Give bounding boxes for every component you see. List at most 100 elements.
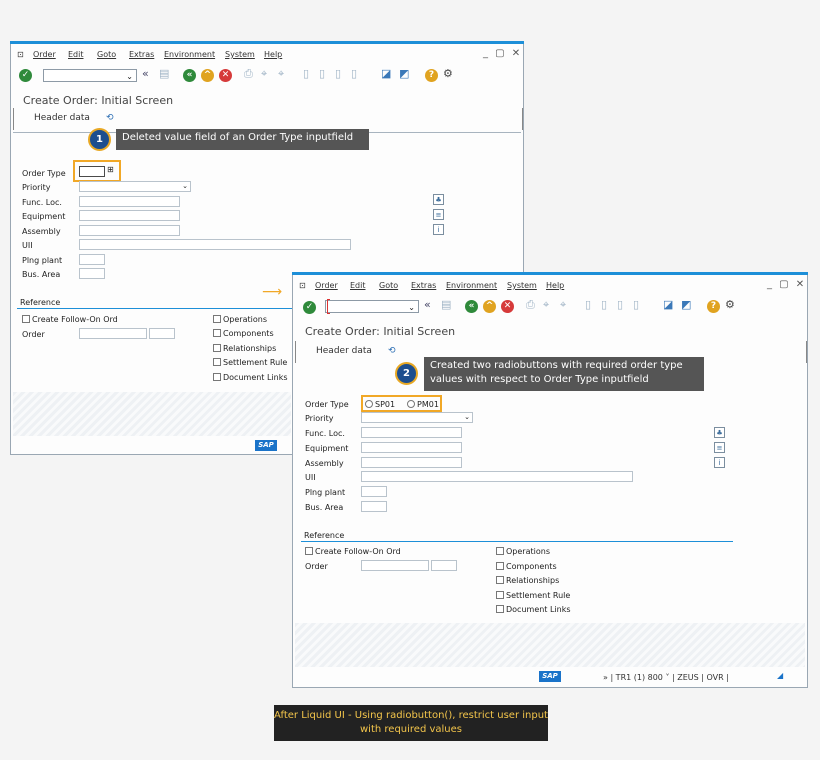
hierarchy-icon-2[interactable]: ≡ bbox=[714, 442, 725, 453]
radio-pm01[interactable] bbox=[407, 400, 415, 408]
menu-help[interactable]: Help bbox=[264, 50, 282, 59]
help-icon-2[interactable]: ? bbox=[707, 300, 720, 313]
assembly-input[interactable] bbox=[79, 225, 180, 236]
document-links-checkbox-2[interactable] bbox=[496, 605, 504, 613]
func-loc-input-2[interactable] bbox=[361, 427, 462, 438]
menu-environment[interactable]: Environment bbox=[164, 50, 215, 59]
equipment-input-2[interactable] bbox=[361, 442, 462, 453]
plng-plant-input-2[interactable] bbox=[361, 486, 387, 497]
menu-environment-2[interactable]: Environment bbox=[446, 281, 497, 290]
menu-extras-2[interactable]: Extras bbox=[411, 281, 436, 290]
document-links-checkbox[interactable] bbox=[213, 373, 221, 381]
menu-icon[interactable]: ⊡ bbox=[17, 50, 24, 59]
command-field-2[interactable]: ⌄ bbox=[325, 300, 419, 313]
header-data-icon[interactable]: ⟲ bbox=[106, 113, 114, 123]
header-data-label-2[interactable]: Header data bbox=[316, 346, 372, 356]
equipment-input[interactable] bbox=[79, 210, 180, 221]
new-session-icon-2[interactable]: ◪ bbox=[663, 298, 673, 311]
settlement-rule-checkbox-2[interactable] bbox=[496, 591, 504, 599]
order-type-input[interactable] bbox=[79, 166, 105, 177]
prev-page-icon[interactable]: ▯ bbox=[319, 67, 325, 80]
priority-select[interactable]: ⌄ bbox=[79, 181, 191, 192]
structure-icon[interactable]: ♣ bbox=[433, 194, 444, 205]
order-input-b[interactable] bbox=[361, 560, 429, 571]
info-icon-2[interactable]: i bbox=[714, 457, 725, 468]
order-type-search-icon[interactable]: ⊞ bbox=[107, 165, 114, 174]
cancel-icon-2[interactable]: ✕ bbox=[501, 300, 514, 313]
menu-order[interactable]: Order bbox=[33, 50, 56, 59]
menu-extras[interactable]: Extras bbox=[129, 50, 154, 59]
window-controls-2[interactable]: _ ▢ ✕ bbox=[767, 279, 806, 290]
menu-help-2[interactable]: Help bbox=[546, 281, 564, 290]
uii-input-2[interactable] bbox=[361, 471, 633, 482]
new-session-icon[interactable]: ◪ bbox=[381, 67, 391, 80]
settlement-rule-checkbox[interactable] bbox=[213, 358, 221, 366]
print-icon[interactable]: ⎙ bbox=[244, 67, 253, 81]
check-icon[interactable]: ✓ bbox=[19, 69, 32, 82]
double-left-icon[interactable]: « bbox=[142, 67, 149, 80]
assembly-input-2[interactable] bbox=[361, 457, 462, 468]
last-page-icon-2[interactable]: ▯ bbox=[633, 298, 639, 311]
shortcut-icon[interactable]: ◩ bbox=[399, 67, 409, 80]
header-data-label[interactable]: Header data bbox=[34, 113, 90, 123]
info-icon[interactable]: i bbox=[433, 224, 444, 235]
check-icon-2[interactable]: ✓ bbox=[303, 301, 316, 314]
components-checkbox[interactable] bbox=[213, 329, 221, 337]
hierarchy-icon[interactable]: ≡ bbox=[433, 209, 444, 220]
next-page-icon-2[interactable]: ▯ bbox=[617, 298, 623, 311]
exit-icon-2[interactable]: ^ bbox=[483, 300, 496, 313]
find-next-icon-2[interactable]: ⌖ bbox=[560, 298, 566, 312]
create-follow-on-checkbox[interactable] bbox=[22, 315, 30, 323]
cancel-icon[interactable]: ✕ bbox=[219, 69, 232, 82]
menu-goto[interactable]: Goto bbox=[97, 50, 116, 59]
shortcut-icon-2[interactable]: ◩ bbox=[681, 298, 691, 311]
menu-edit-2[interactable]: Edit bbox=[350, 281, 366, 290]
settings-icon[interactable]: ⚙ bbox=[443, 67, 453, 80]
command-field[interactable]: ⌄ bbox=[43, 69, 137, 82]
menu-system[interactable]: System bbox=[225, 50, 255, 59]
order-input-2[interactable] bbox=[149, 328, 175, 339]
operations-checkbox-2[interactable] bbox=[496, 547, 504, 555]
back-icon[interactable]: « bbox=[183, 69, 196, 82]
settings-icon-2[interactable]: ⚙ bbox=[725, 298, 735, 311]
prev-page-icon-2[interactable]: ▯ bbox=[601, 298, 607, 311]
next-page-icon[interactable]: ▯ bbox=[335, 67, 341, 80]
menu-system-2[interactable]: System bbox=[507, 281, 537, 290]
save-icon-2[interactable]: ▤ bbox=[441, 298, 451, 311]
uii-input[interactable] bbox=[79, 239, 351, 250]
plng-plant-input[interactable] bbox=[79, 254, 105, 265]
func-loc-input[interactable] bbox=[79, 196, 180, 207]
first-page-icon-2[interactable]: ▯ bbox=[585, 298, 591, 311]
menu-icon-2[interactable]: ⊡ bbox=[299, 281, 306, 290]
find-icon[interactable]: ⌖ bbox=[261, 67, 267, 81]
structure-icon-2[interactable]: ♣ bbox=[714, 427, 725, 438]
exit-icon[interactable]: ^ bbox=[201, 69, 214, 82]
bus-area-input[interactable] bbox=[79, 268, 105, 279]
bus-area-input-2[interactable] bbox=[361, 501, 387, 512]
find-icon-2[interactable]: ⌖ bbox=[543, 298, 549, 312]
last-page-icon[interactable]: ▯ bbox=[351, 67, 357, 80]
menu-edit[interactable]: Edit bbox=[68, 50, 84, 59]
relationships-checkbox[interactable] bbox=[213, 344, 221, 352]
order-input[interactable] bbox=[79, 328, 147, 339]
header-data-icon-2[interactable]: ⟲ bbox=[388, 346, 396, 356]
help-icon[interactable]: ? bbox=[425, 69, 438, 82]
find-next-icon[interactable]: ⌖ bbox=[278, 67, 284, 81]
menu-order-2[interactable]: Order bbox=[315, 281, 338, 290]
components-checkbox-2[interactable] bbox=[496, 562, 504, 570]
relationships-checkbox-2[interactable] bbox=[496, 576, 504, 584]
order-input-b2[interactable] bbox=[431, 560, 457, 571]
status-bar[interactable]: » | TR1 (1) 800 ˅ | ZEUS | OVR | bbox=[603, 673, 729, 682]
resize-icon[interactable]: ◢ bbox=[777, 671, 783, 680]
create-follow-on-checkbox-2[interactable] bbox=[305, 547, 313, 555]
window-controls[interactable]: _ ▢ ✕ bbox=[483, 48, 522, 59]
operations-checkbox[interactable] bbox=[213, 315, 221, 323]
save-icon[interactable]: ▤ bbox=[159, 67, 169, 80]
radio-sp01[interactable] bbox=[365, 400, 373, 408]
priority-select-2[interactable]: ⌄ bbox=[361, 412, 473, 423]
double-left-icon-2[interactable]: « bbox=[424, 298, 431, 311]
print-icon-2[interactable]: ⎙ bbox=[526, 298, 535, 312]
menu-goto-2[interactable]: Goto bbox=[379, 281, 398, 290]
back-icon-2[interactable]: « bbox=[465, 300, 478, 313]
first-page-icon[interactable]: ▯ bbox=[303, 67, 309, 80]
